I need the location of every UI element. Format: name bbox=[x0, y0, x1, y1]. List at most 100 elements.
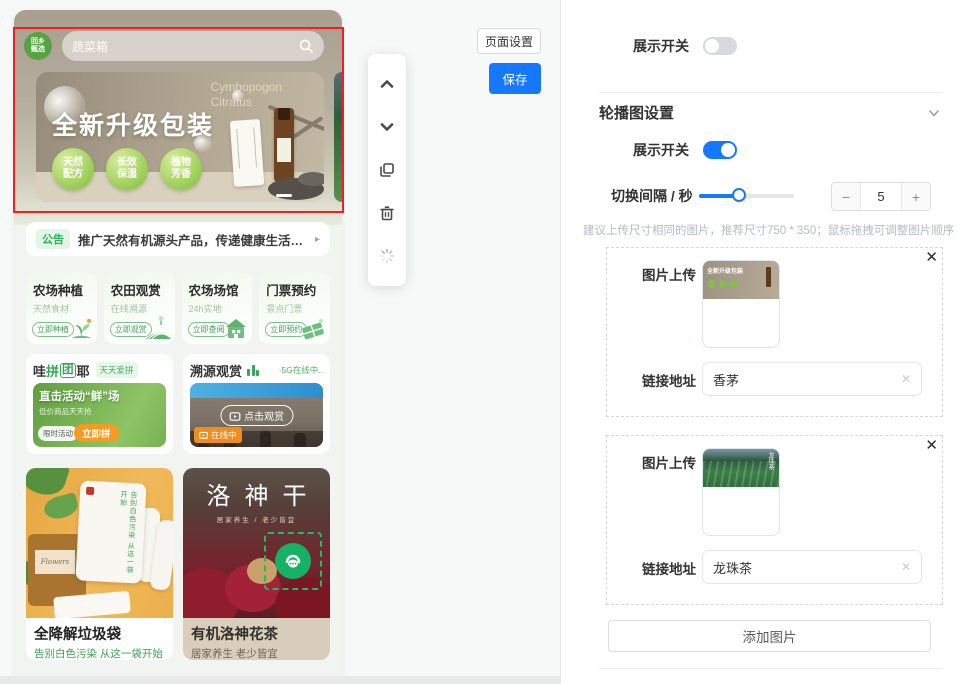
save-button[interactable]: 保存 bbox=[489, 63, 541, 94]
banner-latin-line1: Cymbopogon bbox=[211, 80, 282, 95]
banner-badges: 天然配方 长效保湿 植物芳香 bbox=[52, 148, 202, 190]
carousel-banner[interactable]: Cymbopogon Citratus 全新升级包装 天然配方 bbox=[36, 72, 324, 202]
group-buy-card[interactable]: 哇 拼 团 耶 天天爱拼 直击活动“鲜”场 低价商品天天抢 限时活动 立即拼 bbox=[26, 354, 173, 454]
category-card-farm-venue[interactable]: 农场场馆 24h实地 立即查阅 bbox=[182, 272, 253, 344]
close-icon[interactable]: ✕ bbox=[925, 249, 938, 267]
join-group-button[interactable]: 立即拼 bbox=[74, 424, 119, 442]
carousel-item-card: ✕ 图片上传 龙珠茶 链接地址 ✕ bbox=[606, 435, 943, 605]
badge-natural: 天然配方 bbox=[52, 148, 94, 190]
category-title: 农场种植 bbox=[33, 280, 97, 299]
announcement-text: 推广天然有机源头产品，传递健康生活理… bbox=[78, 230, 307, 249]
product-subtitle: 告别白色污染 从这一袋开始 bbox=[34, 646, 165, 660]
loading-button[interactable] bbox=[376, 245, 398, 267]
store-logo-line1: 回乡 bbox=[31, 38, 45, 46]
link-address-input[interactable]: ✕ bbox=[702, 362, 922, 396]
announcement-bar[interactable]: 公告 推广天然有机源头产品，传递健康生活理… ▸ bbox=[26, 222, 330, 256]
page-settings-button[interactable]: 页面设置 bbox=[477, 28, 541, 54]
badge-moisture: 长效保湿 bbox=[106, 148, 148, 190]
upload-hint-text: 建议上传尺寸相同的图片，推荐尺寸750 * 350；鼠标拖拽可调整图片顺序 bbox=[583, 222, 954, 238]
carousel-item-card: ✕ 图片上传 全新升级包装 链接地址 ✕ bbox=[606, 247, 943, 417]
house-icon bbox=[223, 315, 249, 341]
stepper-minus-button[interactable]: − bbox=[832, 183, 861, 210]
group-image-subtitle: 低价商品天天抢 bbox=[39, 406, 92, 417]
chevron-down-icon[interactable] bbox=[927, 106, 941, 120]
category-card-farm-planting[interactable]: 农场种植 天然食材 立即种植 bbox=[26, 272, 97, 344]
delete-button[interactable] bbox=[376, 202, 398, 224]
clear-icon[interactable]: ✕ bbox=[901, 372, 911, 386]
roselle-image: 洛神干 居家养生 / 老少皆宜 bbox=[183, 468, 330, 618]
chevron-down-icon bbox=[379, 119, 395, 135]
carousel-section-header[interactable]: 轮播图设置 bbox=[599, 102, 941, 123]
category-title: 农田观赏 bbox=[111, 280, 175, 299]
uploaded-image-thumbnail[interactable]: 龙珠茶 bbox=[702, 448, 780, 536]
stepper-plus-button[interactable]: + bbox=[901, 183, 930, 210]
customer-service-icon bbox=[275, 543, 311, 579]
group-buy-header: 哇 拼 团 耶 天天爱拼 bbox=[33, 361, 166, 379]
settings-panel: 展示开关 轮播图设置 展示开关 切换间隔 / 秒 − 5 + 建议上传尺寸相同的… bbox=[562, 0, 963, 684]
stepper-value[interactable]: 5 bbox=[861, 183, 901, 210]
close-icon[interactable]: ✕ bbox=[925, 437, 938, 455]
interval-slider-knob[interactable] bbox=[732, 188, 746, 202]
display-switch-toggle-on[interactable] bbox=[703, 141, 737, 159]
link-address-field[interactable] bbox=[713, 372, 895, 387]
product-title: 有机洛神花茶 bbox=[191, 623, 322, 644]
group-badge: 天天爱拼 bbox=[96, 362, 138, 378]
clear-icon[interactable]: ✕ bbox=[901, 560, 911, 574]
group-title-char-boxed: 团 bbox=[60, 363, 76, 378]
watch-live-button[interactable]: 点击观赏 bbox=[220, 405, 293, 426]
live-status-text: ·5G在线中.. bbox=[279, 364, 323, 376]
search-value: 蔬菜箱 bbox=[72, 38, 298, 55]
move-up-button[interactable] bbox=[376, 73, 398, 95]
product-subtitle: 居家养生 老少皆宜 bbox=[191, 646, 322, 660]
link-address-field[interactable] bbox=[713, 560, 895, 575]
carousel-display-switch-row: 展示开关 bbox=[633, 140, 737, 160]
category-subtitle: 天然食材 bbox=[33, 302, 97, 315]
category-card-ticket-booking[interactable]: 门票预约 景点门票 立即预约 bbox=[259, 272, 330, 344]
section-divider bbox=[599, 92, 941, 93]
group-title-char: 耶 bbox=[77, 361, 90, 380]
online-badge-label: 在线中 bbox=[211, 429, 237, 441]
link-address-input[interactable]: ✕ bbox=[702, 550, 922, 584]
leaf-decoration bbox=[42, 492, 80, 522]
bar-chart-icon bbox=[247, 365, 259, 376]
live-trace-image[interactable]: 点击观赏 在线中 bbox=[190, 383, 323, 447]
loading-icon bbox=[379, 248, 395, 264]
group-title-char: 拼 bbox=[46, 361, 59, 380]
search-icon bbox=[298, 38, 314, 54]
sprout-icon bbox=[68, 315, 94, 341]
category-title: 农场场馆 bbox=[189, 280, 253, 299]
thumbnail-banner-preview: 全新升级包装 bbox=[703, 261, 779, 299]
live-trace-header: 溯源观赏 ·5G在线中.. bbox=[190, 361, 323, 379]
store-logo-line2: 甄选 bbox=[31, 46, 45, 54]
customer-service-selection[interactable] bbox=[264, 532, 322, 590]
category-card-field-viewing[interactable]: 农田观赏 在线溯源 立即观赏 bbox=[104, 272, 175, 344]
field-rows-icon bbox=[144, 315, 172, 341]
duplicate-button[interactable] bbox=[376, 159, 398, 181]
add-image-button[interactable]: 添加图片 bbox=[608, 620, 931, 652]
product-card-trash-bags[interactable]: Flowers 告别白色污染 从这一袋开始 全降解垃圾袋 告别白色污染 从这一袋… bbox=[26, 468, 173, 660]
category-subtitle: 24h实地 bbox=[189, 302, 253, 315]
move-down-button[interactable] bbox=[376, 116, 398, 138]
product-title: 全降解垃圾袋 bbox=[34, 623, 165, 644]
carousel-indicator bbox=[276, 194, 292, 197]
group-buy-image[interactable]: 直击活动“鲜”场 低价商品天天抢 限时活动 立即拼 bbox=[33, 383, 166, 447]
carousel-next-slide-peek bbox=[334, 72, 342, 202]
tv-play-icon bbox=[229, 411, 240, 421]
bag-package: 告别白色污染 从这一袋开始 bbox=[75, 480, 146, 583]
search-input[interactable]: 蔬菜箱 bbox=[62, 31, 324, 61]
product-card-roselle-tea[interactable]: 洛神干 居家养生 / 老少皆宜 bbox=[183, 468, 330, 660]
category-subtitle: 景点门票 bbox=[266, 302, 330, 315]
live-title: 溯源观赏 bbox=[190, 361, 242, 380]
banner-title: 全新升级包装 bbox=[52, 106, 214, 142]
interval-slider[interactable] bbox=[699, 194, 794, 198]
chevron-up-icon bbox=[379, 76, 395, 92]
storefront-awning bbox=[190, 383, 323, 398]
display-switch-toggle-off[interactable] bbox=[703, 37, 737, 55]
roselle-image-subtitle: 居家养生 / 老少皆宜 bbox=[183, 514, 330, 524]
category-title: 门票预约 bbox=[266, 280, 330, 299]
uploaded-image-thumbnail[interactable]: 全新升级包装 bbox=[702, 260, 780, 348]
preview-workspace: 回乡 甄选 蔬菜箱 Cymbopogon Citratus bbox=[0, 0, 561, 684]
stone-decoration bbox=[298, 172, 324, 186]
roselle-calligraphy-title: 洛神干 bbox=[183, 476, 330, 511]
live-trace-card[interactable]: 溯源观赏 ·5G在线中.. bbox=[183, 354, 330, 454]
